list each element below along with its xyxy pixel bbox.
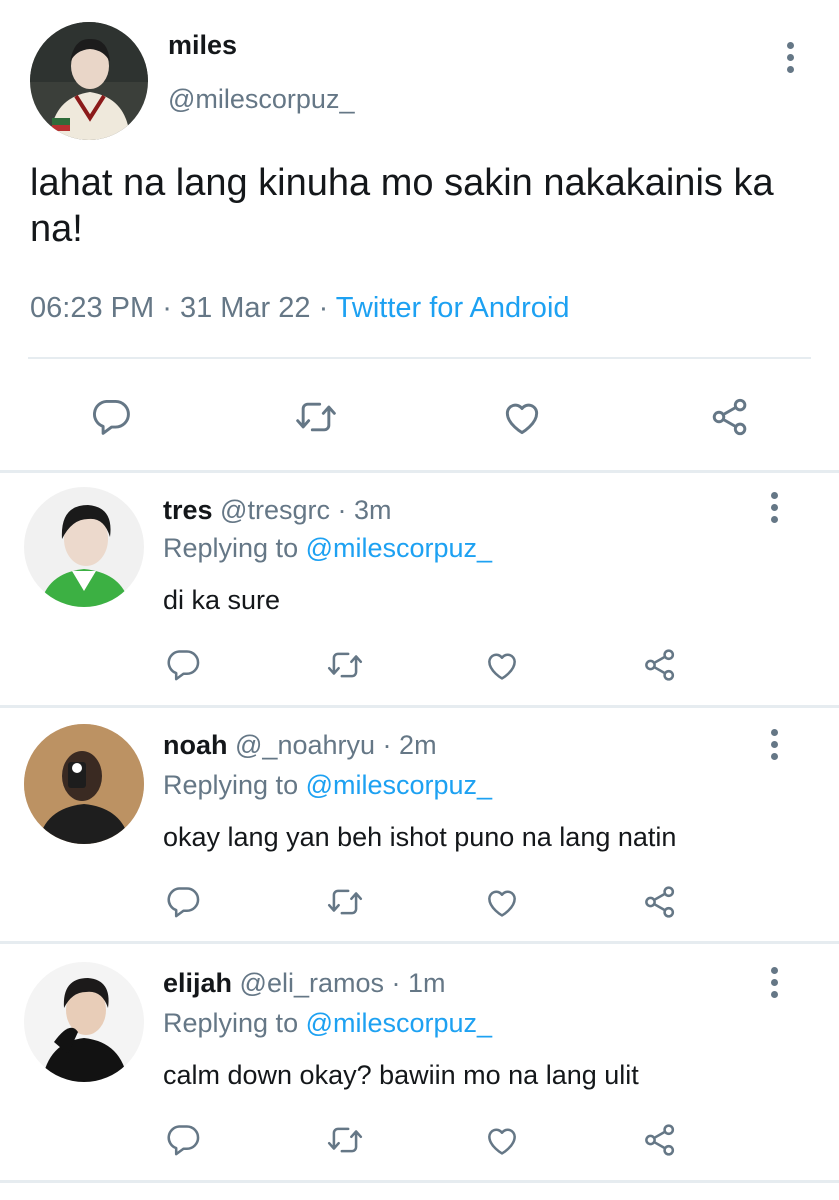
meta-separator: · (382, 730, 392, 760)
reply-text: calm down okay? bawiin mo na lang ulit (163, 1060, 639, 1090)
comment-icon[interactable] (88, 394, 134, 440)
replying-label: Replying to (163, 770, 299, 800)
author-name[interactable]: miles (168, 30, 237, 61)
tweet-date: 31 Mar 22 (179, 292, 311, 324)
reply-time: 2m (399, 730, 437, 760)
reply-header: noah @_noahryu · 2m (163, 730, 437, 761)
tweet-text: lahat na lang kinuha mo sakin nakakainis… (30, 162, 774, 250)
comment-icon[interactable] (163, 1120, 203, 1160)
tweet-meta: 06:23 PM · 31 Mar 22 · Twitter for Andro… (30, 292, 570, 325)
meta-separator: · (162, 292, 172, 324)
author-handle[interactable]: @eli_ramos (240, 968, 384, 998)
reply-header: elijah @eli_ramos · 1m (163, 968, 446, 999)
avatar[interactable] (24, 724, 144, 844)
heart-icon[interactable] (481, 882, 523, 922)
author-name[interactable]: elijah (163, 968, 232, 998)
main-tweet: miles @milescorpuz_ lahat na lang kinuha… (0, 0, 839, 472)
reply-time: 1m (408, 968, 446, 998)
retweet-icon[interactable] (322, 1120, 368, 1160)
more-vertical-icon[interactable] (762, 724, 786, 764)
heart-icon[interactable] (481, 1120, 523, 1160)
tweet-time: 06:23 PM (30, 292, 155, 324)
share-icon[interactable] (639, 645, 681, 685)
share-icon[interactable] (639, 1120, 681, 1160)
retweet-icon[interactable] (322, 882, 368, 922)
separator (0, 1180, 839, 1183)
heart-icon[interactable] (481, 645, 523, 685)
avatar[interactable] (24, 962, 144, 1082)
share-icon[interactable] (706, 394, 754, 440)
author-handle[interactable]: @_noahryu (235, 730, 375, 760)
reply-tweet[interactable]: tres @tresgrc · 3m Replying to @milescor… (0, 473, 839, 705)
comment-icon[interactable] (163, 645, 203, 685)
more-vertical-icon[interactable] (762, 487, 786, 527)
replying-label: Replying to (163, 533, 299, 563)
replying-user-link[interactable]: @milescorpuz_ (306, 1008, 492, 1038)
author-name[interactable]: noah (163, 730, 228, 760)
reply-header: tres @tresgrc · 3m (163, 495, 392, 526)
replying-to: Replying to @milescorpuz_ (163, 1008, 492, 1039)
meta-separator: · (318, 292, 329, 324)
reply-time: 3m (354, 495, 392, 525)
retweet-icon[interactable] (290, 394, 342, 440)
replying-user-link[interactable]: @milescorpuz_ (306, 533, 492, 563)
more-vertical-icon[interactable] (778, 37, 802, 77)
comment-icon[interactable] (163, 882, 203, 922)
meta-separator: · (337, 495, 347, 525)
heart-icon[interactable] (498, 394, 546, 440)
replying-user-link[interactable]: @milescorpuz_ (306, 770, 492, 800)
divider (28, 357, 811, 359)
retweet-icon[interactable] (322, 645, 368, 685)
author-handle[interactable]: @milescorpuz_ (168, 84, 354, 115)
replying-label: Replying to (163, 1008, 299, 1038)
author-name[interactable]: tres (163, 495, 213, 525)
replying-to: Replying to @milescorpuz_ (163, 533, 492, 564)
reply-text: okay lang yan beh ishot puno na lang nat… (163, 822, 677, 852)
more-vertical-icon[interactable] (762, 962, 786, 1002)
reply-tweet[interactable]: noah @_noahryu · 2m Replying to @milesco… (0, 708, 839, 941)
reply-text: di ka sure (163, 585, 281, 615)
tweet-source-link[interactable]: Twitter for Android (336, 292, 570, 324)
replying-to: Replying to @milescorpuz_ (163, 770, 492, 801)
share-icon[interactable] (639, 882, 681, 922)
avatar[interactable] (30, 22, 148, 140)
meta-separator: · (391, 968, 401, 998)
reply-tweet[interactable]: elijah @eli_ramos · 1m Replying to @mile… (0, 944, 839, 1180)
avatar[interactable] (24, 487, 144, 607)
author-handle[interactable]: @tresgrc (220, 495, 330, 525)
